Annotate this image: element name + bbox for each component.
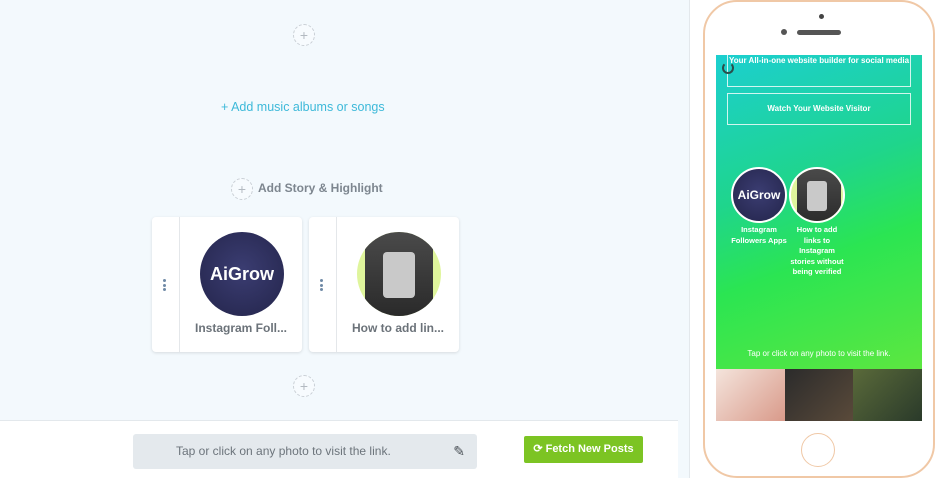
preview-story[interactable]: How to add links to Instagram stories wi…	[788, 167, 846, 278]
story-card-title: How to add lin...	[352, 321, 444, 335]
preview-photo[interactable]	[784, 369, 854, 421]
phone-speaker	[797, 30, 841, 35]
preview-photo[interactable]	[853, 369, 922, 421]
editor-panel: + + Add music albums or songs + Add Stor…	[0, 0, 690, 478]
phone-screen[interactable]: Your All-in-one website builder for soci…	[716, 55, 922, 421]
preview-story[interactable]: AiGrow Instagram Followers Apps	[730, 167, 788, 246]
story-card[interactable]: How to add lin...	[309, 217, 459, 352]
fetch-new-posts-button[interactable]: ⟳ Fetch New Posts	[524, 436, 643, 463]
add-section-bottom-icon[interactable]: +	[293, 375, 315, 397]
drag-dots-icon	[163, 279, 167, 293]
phone-home-button	[801, 433, 835, 467]
drag-handle[interactable]	[309, 217, 337, 352]
add-section-top-icon[interactable]: +	[293, 24, 315, 46]
pencil-icon[interactable]: ✎	[453, 434, 465, 469]
story-thumbnail	[357, 232, 441, 316]
add-story-plus-icon[interactable]: +	[231, 178, 253, 200]
preview-link-button-1[interactable]: Your All-in-one website builder for soci…	[727, 55, 911, 87]
preview-story-thumbnail	[789, 167, 845, 223]
add-story-label[interactable]: Add Story & Highlight	[258, 181, 383, 195]
add-music-link[interactable]: + Add music albums or songs	[221, 100, 385, 114]
link-text-value: Tap or click on any photo to visit the l…	[176, 444, 391, 458]
story-thumbnail: AiGrow	[200, 232, 284, 316]
preview-link-button-2[interactable]: Watch Your Website Visitor	[727, 93, 911, 125]
loading-spinner-icon	[722, 62, 734, 74]
drag-handle[interactable]	[152, 217, 180, 352]
phone-sensor-dot	[819, 14, 824, 19]
refresh-icon: ⟳	[533, 443, 543, 455]
preview-story-label: Instagram Followers Apps	[731, 225, 787, 245]
story-card-title: Instagram Foll...	[194, 321, 287, 335]
drag-dots-icon	[320, 279, 324, 293]
preview-story-thumbnail: AiGrow	[731, 167, 787, 223]
link-text-input[interactable]: Tap or click on any photo to visit the l…	[133, 434, 477, 469]
preview-photo-grid	[716, 369, 922, 421]
preview-tap-text: Tap or click on any photo to visit the l…	[747, 349, 891, 358]
phone-camera	[781, 29, 787, 35]
preview-photo[interactable]	[716, 369, 785, 421]
fetch-button-label: Fetch New Posts	[545, 443, 634, 455]
preview-story-label: How to add links to Instagram stories wi…	[790, 225, 844, 276]
story-card[interactable]: AiGrow Instagram Foll...	[152, 217, 302, 352]
